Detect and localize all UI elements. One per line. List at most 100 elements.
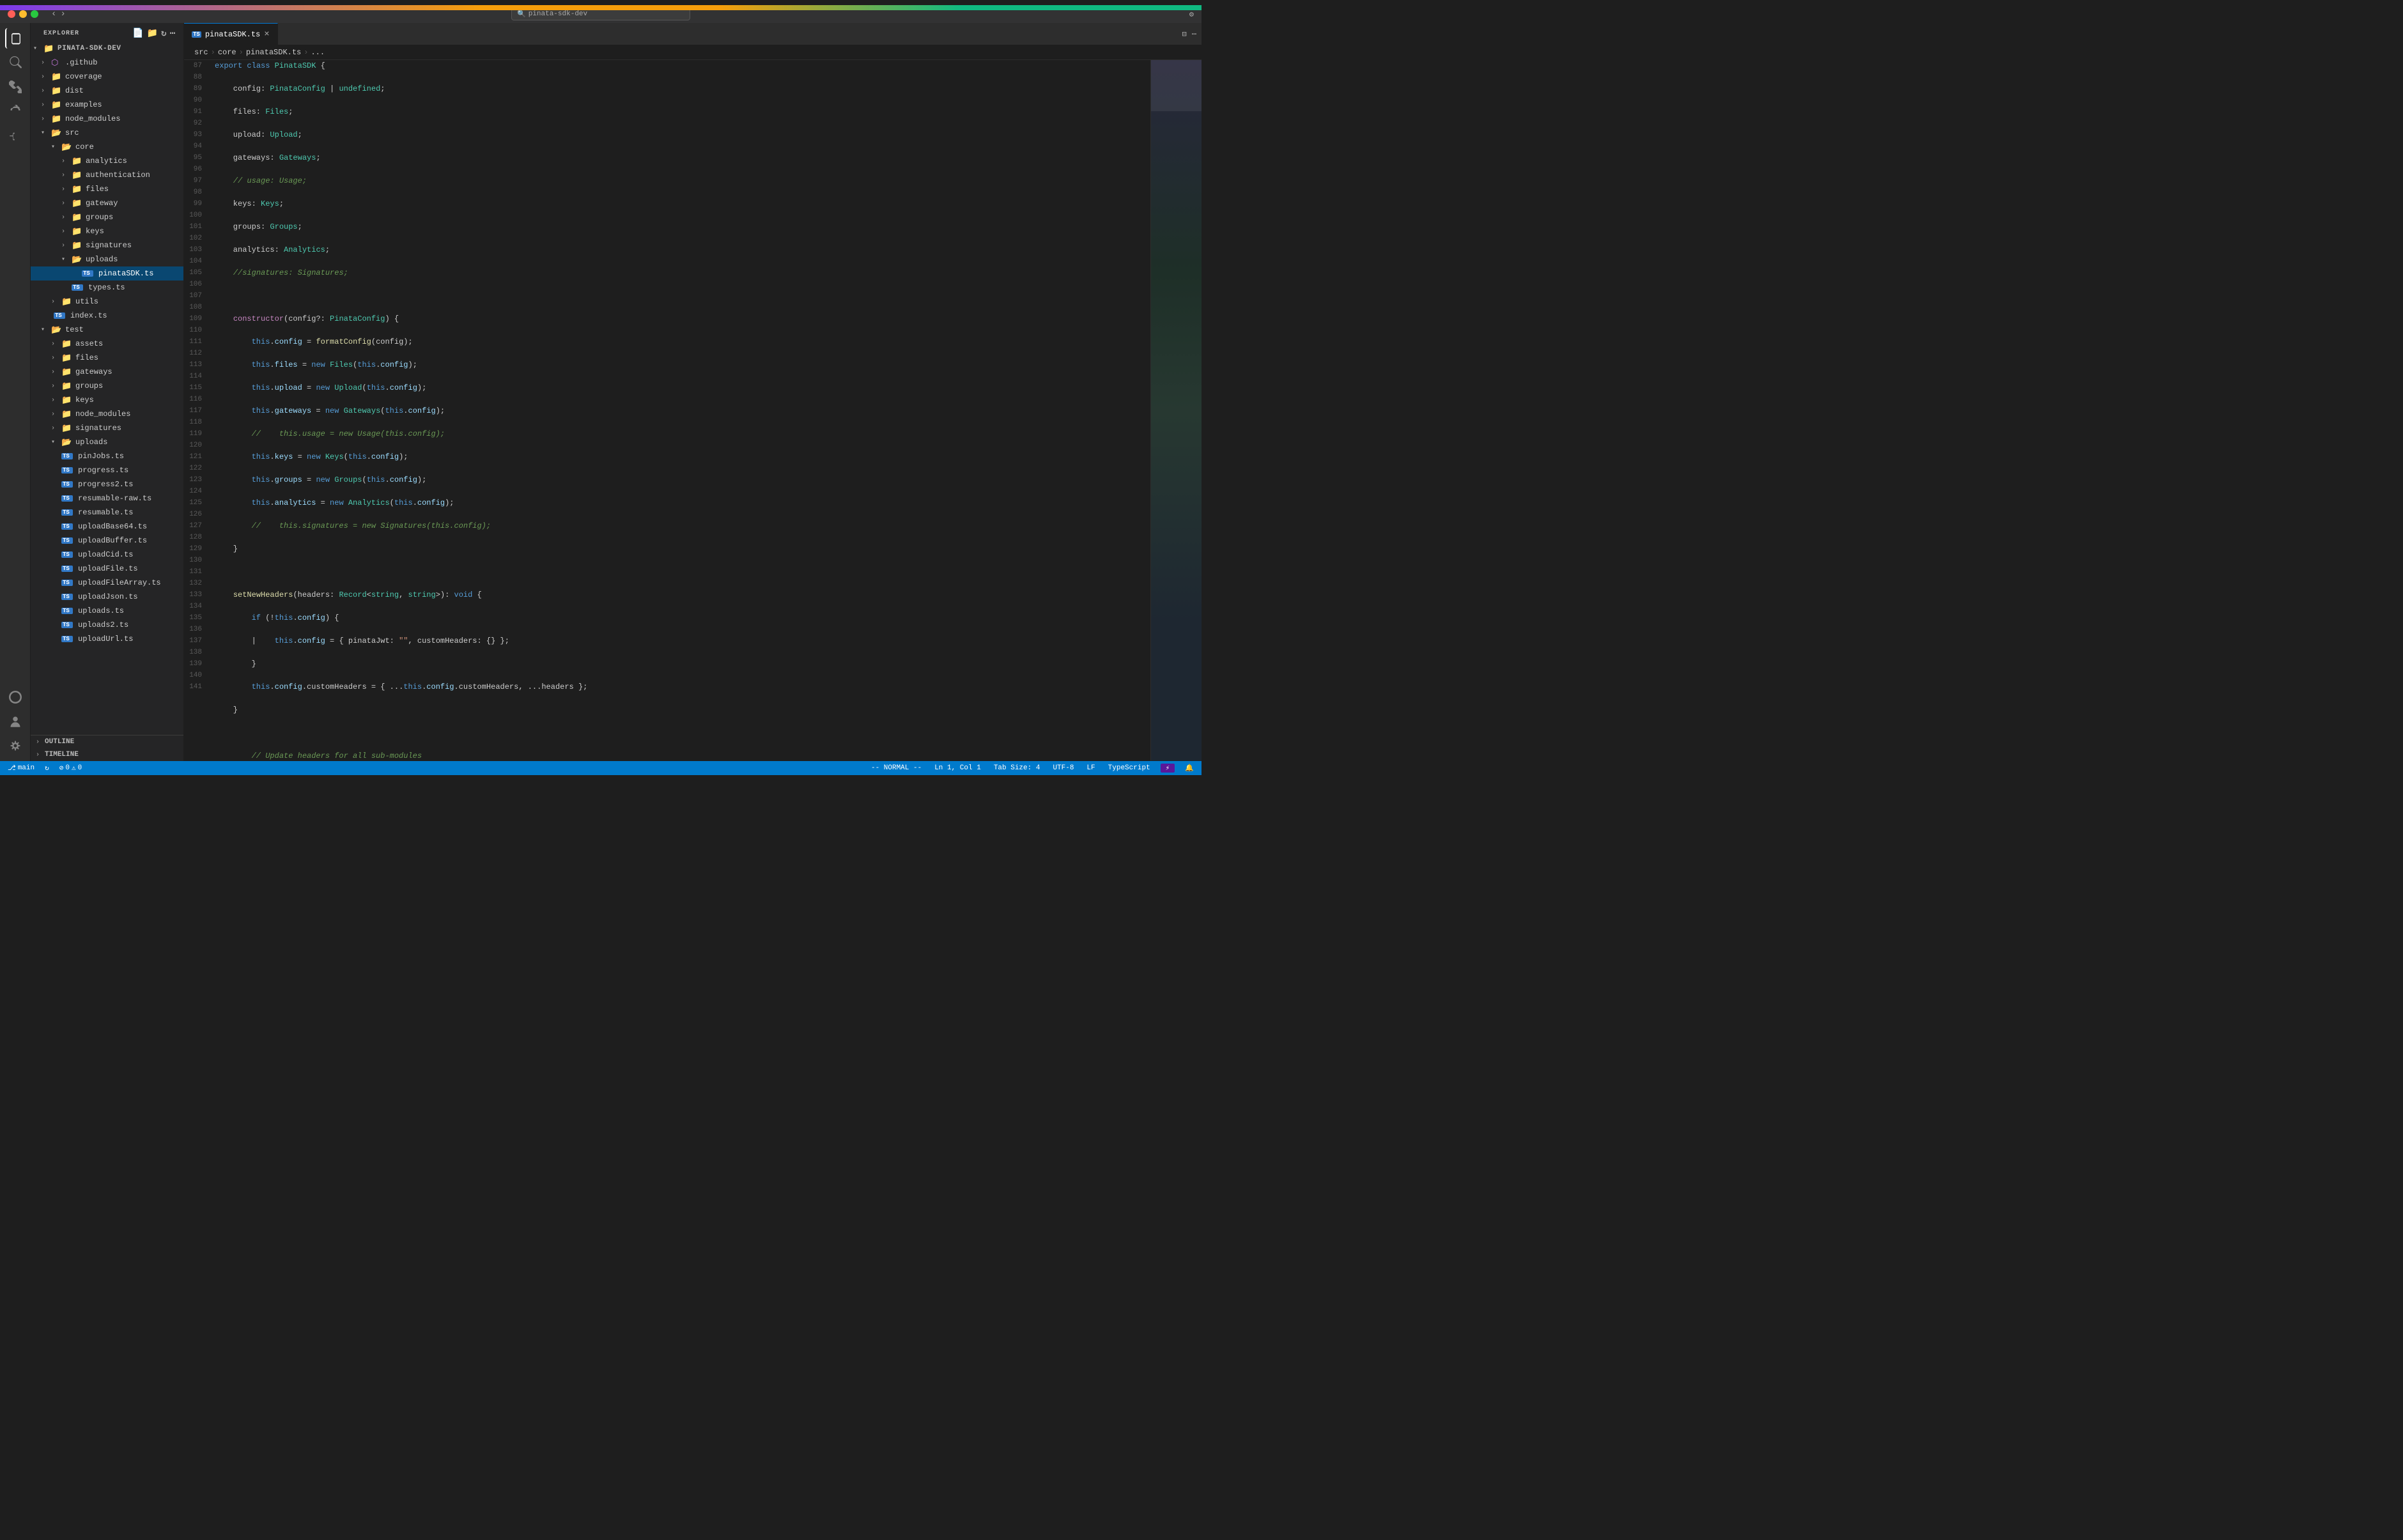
sidebar-item-core[interactable]: ▾ 📂 core xyxy=(31,140,183,154)
maximize-button[interactable] xyxy=(31,10,38,18)
breadcrumb-src[interactable]: src xyxy=(194,48,208,57)
sidebar-item-resumable-raw[interactable]: TS resumable-raw.ts xyxy=(31,491,183,505)
sidebar-item-uploads[interactable]: ▾ 📂 uploads xyxy=(31,252,183,266)
collapse-icon[interactable]: ⋯ xyxy=(170,28,176,39)
breadcrumb-file[interactable]: pinataSDK.ts xyxy=(246,48,301,57)
sidebar-item-uploadbuffer[interactable]: TS uploadBuffer.ts xyxy=(31,534,183,548)
activity-extensions[interactable] xyxy=(5,125,26,146)
forward-icon[interactable]: › xyxy=(60,9,65,19)
statusbar-branch[interactable]: ⎇ main xyxy=(5,764,37,773)
code-content[interactable]: export class PinataSDK { config: PinataC… xyxy=(210,60,1150,761)
sidebar-item-coverage[interactable]: › 📁 coverage xyxy=(31,70,183,84)
statusbar-vim-mode[interactable]: ⚡ xyxy=(1161,764,1175,773)
sidebar-item-resumable[interactable]: TS resumable.ts xyxy=(31,505,183,520)
statusbar-notifications[interactable]: 🔔 xyxy=(1182,764,1196,773)
sidebar-item-types[interactable]: › TS types.ts xyxy=(31,281,183,295)
sidebar-item-test-groups[interactable]: › 📁 groups xyxy=(31,379,183,393)
sidebar-item-test-node-modules[interactable]: › 📁 node_modules xyxy=(31,407,183,421)
sidebar-item-node-modules[interactable]: › 📁 node_modules xyxy=(31,112,183,126)
activity-account[interactable] xyxy=(5,711,26,732)
timeline-panel[interactable]: › TIMELINE xyxy=(31,748,183,761)
minimize-button[interactable] xyxy=(19,10,27,18)
sidebar-item-signatures[interactable]: › 📁 signatures xyxy=(31,238,183,252)
activity-settings[interactable] xyxy=(5,735,26,756)
sidebar-item-keys[interactable]: › 📁 keys xyxy=(31,224,183,238)
line-number: 123 xyxy=(189,474,202,486)
back-icon[interactable]: ‹ xyxy=(51,9,56,19)
sidebar-item-progress2[interactable]: TS progress2.ts xyxy=(31,477,183,491)
sidebar-item-uploads2[interactable]: TS uploads2.ts xyxy=(31,618,183,632)
tab-close-icon[interactable]: × xyxy=(264,29,269,40)
line-number: 134 xyxy=(189,601,202,612)
sidebar-item-uploadbase64[interactable]: TS uploadBase64.ts xyxy=(31,520,183,534)
sidebar-item-groups[interactable]: › 📁 groups xyxy=(31,210,183,224)
sidebar-item-test-assets[interactable]: › 📁 assets xyxy=(31,337,183,351)
line-number: 109 xyxy=(189,313,202,325)
sidebar-item-project-root[interactable]: ▾ 📁 PINATA-SDK-DEV xyxy=(31,42,183,56)
statusbar-encoding[interactable]: UTF-8 xyxy=(1050,764,1076,772)
sidebar-item-test-gateways[interactable]: › 📁 gateways xyxy=(31,365,183,379)
line-number: 89 xyxy=(189,83,202,95)
sidebar-item-examples[interactable]: › 📁 examples xyxy=(31,98,183,112)
sidebar-header-actions: 📄 📁 ↻ ⋯ xyxy=(132,28,176,39)
line-number: 141 xyxy=(189,681,202,693)
code-line xyxy=(215,727,1150,739)
branch-name: main xyxy=(18,764,35,772)
sidebar-item-pinjobs[interactable]: TS pinJobs.ts xyxy=(31,449,183,463)
statusbar-eol[interactable]: LF xyxy=(1084,764,1097,772)
tab-pinatasdk[interactable]: TS pinataSDK.ts × xyxy=(184,23,278,45)
refresh-icon[interactable]: ↻ xyxy=(161,28,167,39)
sidebar-item-uploadurl[interactable]: TS uploadUrl.ts xyxy=(31,632,183,646)
sidebar-item-pinatasdk[interactable]: › TS pinataSDK.ts xyxy=(31,266,183,281)
statusbar-language[interactable]: TypeScript xyxy=(1106,764,1153,772)
sidebar-item-uploadcid[interactable]: TS uploadCid.ts xyxy=(31,548,183,562)
sidebar-item-gateway[interactable]: › 📁 gateway xyxy=(31,196,183,210)
sidebar-item-test-signatures[interactable]: › 📁 signatures xyxy=(31,421,183,435)
more-actions-icon[interactable]: ⋯ xyxy=(1192,29,1196,39)
close-button[interactable] xyxy=(8,10,15,18)
outline-panel[interactable]: › OUTLINE xyxy=(31,735,183,748)
code-line: this.groups = new Groups(this.config); xyxy=(215,474,1150,486)
breadcrumb-core[interactable]: core xyxy=(218,48,236,57)
traffic-lights xyxy=(8,10,38,18)
code-editor[interactable]: 8788899091929394959697989910010110210310… xyxy=(184,60,1202,761)
sidebar-item-uploadfile[interactable]: TS uploadFile.ts xyxy=(31,562,183,576)
sidebar-item-test-files[interactable]: › 📁 files xyxy=(31,351,183,365)
sidebar-item-uploadjson[interactable]: TS uploadJson.ts xyxy=(31,590,183,604)
sidebar-item-src[interactable]: ▾ 📂 src xyxy=(31,126,183,140)
sidebar-item-test[interactable]: ▾ 📂 test xyxy=(31,323,183,337)
search-icon: 🔍 xyxy=(517,10,526,19)
statusbar-errors[interactable]: ⊘ 0 ⚠ 0 xyxy=(57,764,84,773)
code-line: export class PinataSDK { xyxy=(215,60,1150,72)
code-line: this.gateways = new Gateways(this.config… xyxy=(215,405,1150,417)
new-file-icon[interactable]: 📄 xyxy=(132,28,144,39)
sidebar-item-test-keys[interactable]: › 📁 keys xyxy=(31,393,183,407)
sidebar-item-progress[interactable]: TS progress.ts xyxy=(31,463,183,477)
sidebar-item-github[interactable]: › ⬡ .github xyxy=(31,56,183,70)
sidebar-item-index[interactable]: › TS index.ts xyxy=(31,309,183,323)
sidebar-item-analytics[interactable]: › 📁 analytics xyxy=(31,154,183,168)
statusbar-sync[interactable]: ↻ xyxy=(42,764,52,773)
settings-icon[interactable]: ⚙ xyxy=(1189,10,1194,19)
breadcrumb-symbol[interactable]: ... xyxy=(311,48,325,57)
activity-search[interactable] xyxy=(5,52,26,73)
sidebar-item-dist[interactable]: › 📁 dist xyxy=(31,84,183,98)
activity-git[interactable] xyxy=(5,77,26,97)
code-line: if (!this.config) { xyxy=(215,612,1150,624)
split-editor-icon[interactable]: ⊟ xyxy=(1182,29,1187,39)
activity-debug[interactable] xyxy=(5,101,26,121)
sidebar-item-uploads-ts[interactable]: TS uploads.ts xyxy=(31,604,183,618)
sidebar-item-uploadfilearray[interactable]: TS uploadFileArray.ts xyxy=(31,576,183,590)
sidebar-item-authentication[interactable]: › 📁 authentication xyxy=(31,168,183,182)
activity-explorer[interactable] xyxy=(5,28,26,49)
statusbar-tabsize[interactable]: Tab Size: 4 xyxy=(991,764,1043,772)
code-line: this.keys = new Keys(this.config); xyxy=(215,451,1150,463)
activity-remote[interactable] xyxy=(5,687,26,707)
sidebar-item-test-uploads[interactable]: ▾ 📂 uploads xyxy=(31,435,183,449)
statusbar-position[interactable]: Ln 1, Col 1 xyxy=(932,764,984,772)
code-line: // this.signatures = new Signatures(this… xyxy=(215,520,1150,532)
sidebar-item-utils[interactable]: › 📁 utils xyxy=(31,295,183,309)
sidebar-content: ▾ 📁 PINATA-SDK-DEV › ⬡ .github › 📁 cover… xyxy=(31,42,183,735)
sidebar-item-files[interactable]: › 📁 files xyxy=(31,182,183,196)
new-folder-icon[interactable]: 📁 xyxy=(147,28,158,39)
